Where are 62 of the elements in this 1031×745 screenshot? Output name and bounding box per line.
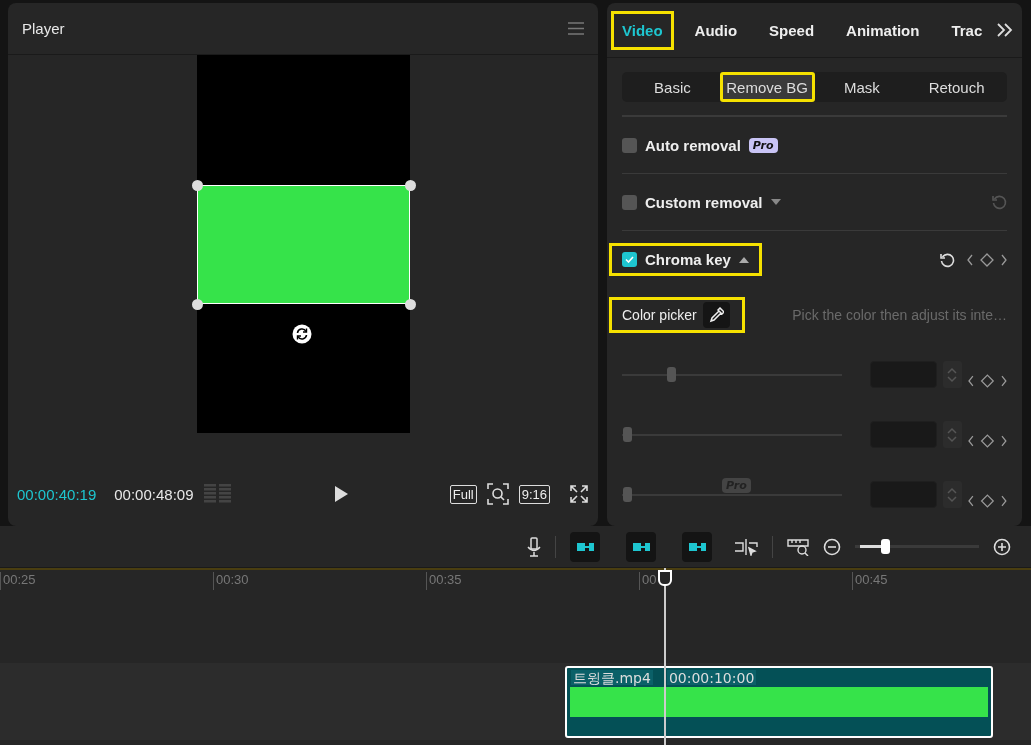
- microphone-icon[interactable]: [527, 536, 541, 557]
- clip-name: 트윙클.mp4: [571, 670, 653, 685]
- keyframe-icon[interactable]: [968, 374, 1007, 388]
- rotate-icon[interactable]: [291, 324, 312, 344]
- keyframe-icon[interactable]: [967, 252, 1007, 267]
- reset-icon[interactable]: [939, 251, 955, 268]
- double-chevron-icon[interactable]: [996, 23, 1014, 37]
- ruler-label: 00:30: [216, 572, 249, 587]
- full-button[interactable]: Full: [449, 484, 477, 504]
- ruler-search-icon[interactable]: [787, 537, 809, 556]
- zoom-in-icon[interactable]: [993, 537, 1011, 556]
- checkbox[interactable]: [622, 252, 637, 267]
- sub-tab[interactable]: Basic: [625, 72, 720, 102]
- duration-time: 00:00:48:09: [114, 485, 194, 503]
- pro-badge: Pro: [748, 137, 778, 153]
- keyframe-icon[interactable]: [968, 494, 1007, 508]
- ruler-label: 00:25: [3, 572, 36, 587]
- menu-icon[interactable]: [568, 22, 584, 35]
- option-label: Custom removal: [645, 193, 763, 211]
- ruler-label: 00:45: [855, 572, 888, 587]
- caret-up-icon[interactable]: [738, 256, 749, 263]
- inspector-tab[interactable]: Audio: [683, 10, 749, 50]
- keyframe-icon[interactable]: [968, 434, 1007, 448]
- option-label: Auto removal: [645, 136, 741, 154]
- split-select-icon[interactable]: [734, 537, 758, 556]
- sub-tab[interactable]: Remove BG: [719, 72, 815, 102]
- play-button[interactable]: [333, 486, 348, 502]
- playhead-handle[interactable]: [658, 570, 672, 586]
- checkbox[interactable]: [622, 194, 637, 210]
- selected-clip-frame[interactable]: [196, 185, 410, 304]
- resize-handle[interactable]: [404, 299, 416, 310]
- audio-meter-icon: [203, 484, 232, 504]
- zoom-fit-icon[interactable]: [486, 483, 509, 505]
- clip-duration: 00:00:10:00: [666, 670, 757, 685]
- sub-tab[interactable]: Mask: [814, 72, 910, 102]
- resize-handle[interactable]: [404, 180, 416, 191]
- checkbox[interactable]: [622, 137, 637, 153]
- resize-handle[interactable]: [191, 299, 203, 310]
- link-left-icon[interactable]: [570, 531, 600, 562]
- video-clip[interactable]: 트윙클.mp4 00:00:10:00: [565, 666, 993, 738]
- ruler-label: 00: [642, 572, 657, 587]
- sub-tab[interactable]: Retouch: [909, 72, 1004, 102]
- current-time: 00:00:40:19: [17, 485, 97, 503]
- aspect-ratio-button[interactable]: 9:16: [518, 484, 550, 504]
- eyedropper-icon: [708, 307, 724, 323]
- ruler-label: 00:35: [429, 572, 462, 587]
- option-label: Chroma key: [645, 251, 731, 268]
- inspector-tab[interactable]: Trac: [940, 10, 994, 50]
- panel-title: Player: [22, 20, 65, 37]
- eyedropper-button[interactable]: [702, 302, 730, 328]
- color-picker-label: Color picker: [622, 307, 697, 323]
- hint-text: Pick the color then adjust its inte…: [792, 307, 1007, 323]
- resize-handle[interactable]: [191, 180, 203, 191]
- inspector-tab[interactable]: Video: [611, 10, 674, 50]
- check-icon: [625, 256, 634, 263]
- split-icon[interactable]: [626, 531, 656, 562]
- fullscreen-icon[interactable]: [570, 485, 588, 503]
- caret-down-icon[interactable]: [770, 199, 781, 205]
- inspector-tab[interactable]: Animation: [835, 10, 931, 50]
- inspector-tab[interactable]: Speed: [758, 10, 826, 50]
- link-icon[interactable]: [682, 531, 712, 562]
- zoom-out-icon[interactable]: [823, 537, 841, 556]
